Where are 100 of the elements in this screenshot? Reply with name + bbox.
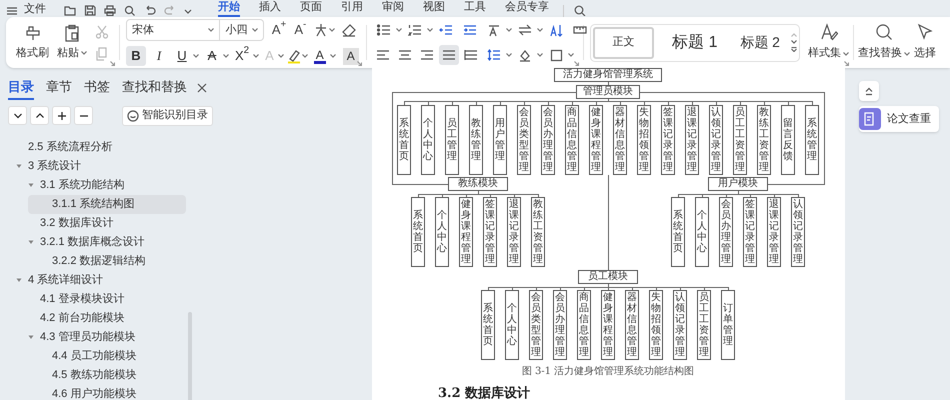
caret-icon <box>506 53 512 57</box>
eraser-icon[interactable] <box>342 24 356 36</box>
alignment-icon <box>420 49 434 61</box>
font-size-select[interactable]: 小四 <box>220 19 264 41</box>
toggle-triangle-icon[interactable] <box>28 182 34 188</box>
border-icon[interactable] <box>550 48 562 62</box>
dialog-launcher-icon[interactable] <box>844 61 849 66</box>
ruler-icon[interactable] <box>573 25 587 35</box>
toc-item[interactable]: 4 系统详细设计 <box>4 270 186 290</box>
phonetic-guide-icon[interactable] <box>314 23 328 37</box>
justify-button[interactable] <box>439 45 459 65</box>
toc-item[interactable]: 4.2 前台功能模块 <box>16 308 186 328</box>
toc-item[interactable]: 4.5 教练功能模块 <box>28 366 186 384</box>
font-name-select[interactable]: 宋体 <box>126 19 220 41</box>
font-color-button[interactable]: A <box>310 46 329 66</box>
shrink-font-button[interactable]: A$^{-}$ <box>290 20 311 40</box>
more-icon[interactable] <box>791 47 797 52</box>
highlighter-icon[interactable] <box>286 48 301 64</box>
toc-item[interactable]: 3.2.1 数据库概念设计 <box>16 232 186 252</box>
ribbon-tab[interactable]: 审阅 <box>382 0 404 17</box>
caret-icon <box>278 54 284 58</box>
function-node: 留言反馈 <box>781 105 795 175</box>
function-node: 认领记录管理 <box>673 290 687 360</box>
sidebar-tab[interactable]: 书签 <box>84 77 110 100</box>
function-node: 订单管理 <box>721 290 735 360</box>
ribbon-tab[interactable]: 页面 <box>300 0 322 17</box>
print-icon[interactable] <box>104 5 116 16</box>
sidebar-tab[interactable]: 查找和替换 <box>122 77 187 100</box>
style-option[interactable]: 标题 1 <box>658 26 732 58</box>
dialog-launcher-icon[interactable] <box>357 61 362 66</box>
paper-check-button[interactable]: 论文查重 <box>859 106 939 132</box>
ribbon-tab[interactable]: 视图 <box>423 0 445 17</box>
select-button[interactable]: 选择 <box>914 23 936 62</box>
text-direction-icon[interactable] <box>487 24 501 36</box>
function-node: 认领记录管理 <box>791 197 805 267</box>
strike-button[interactable]: A <box>202 46 222 66</box>
line-spacing-icon[interactable] <box>487 49 501 61</box>
save-icon[interactable] <box>84 5 96 16</box>
numbered-list-icon[interactable] <box>408 24 422 36</box>
toggle-triangle-icon[interactable] <box>28 334 34 340</box>
increase-indent-icon[interactable] <box>463 24 477 36</box>
superscript-button[interactable]: X$^{2}$ <box>232 46 252 66</box>
toc-item[interactable]: 3.1.1 系统结构图 <box>28 194 186 214</box>
function-node: 退课记录管理 <box>507 197 521 267</box>
ribbon-tab[interactable]: 工具 <box>464 0 486 17</box>
menu-icon[interactable] <box>6 6 18 16</box>
dialog-launcher-icon[interactable] <box>110 61 115 66</box>
decrease-indent-icon[interactable] <box>439 24 453 36</box>
style-set-button[interactable]: 样式集 <box>808 23 849 62</box>
expand-button[interactable] <box>30 106 49 125</box>
function-node: 商品信息管理 <box>577 290 591 360</box>
ribbon-tab[interactable]: 会员专享 <box>505 0 549 17</box>
toc-item[interactable]: 3.2.2 数据逻辑结构 <box>28 252 186 270</box>
style-option[interactable]: 标题 2 <box>735 26 785 58</box>
toc-item[interactable]: 3.2 数据库设计 <box>16 214 186 232</box>
file-menu[interactable]: 文件 <box>24 2 46 17</box>
grow-font-button[interactable]: A$^{+}$ <box>268 20 290 40</box>
collapse-button[interactable] <box>8 106 27 125</box>
ribbon-tab[interactable]: 引用 <box>341 0 363 17</box>
folder-icon[interactable] <box>64 5 76 16</box>
toc-item[interactable]: 4.3 管理员功能模块 <box>16 328 186 346</box>
bold-button[interactable]: B <box>126 46 146 66</box>
toc-item[interactable]: 4.4 员工功能模块 <box>28 346 186 366</box>
dialog-launcher-icon[interactable] <box>574 61 579 66</box>
preview-icon[interactable] <box>124 5 136 16</box>
remove-button[interactable] <box>74 106 93 125</box>
function-node: 签课记录管理 <box>743 197 757 267</box>
swap-icon[interactable] <box>518 24 532 36</box>
close-icon[interactable] <box>197 83 207 94</box>
find-replace-button[interactable]: 查找替换 <box>858 23 910 62</box>
italic-button[interactable]: I <box>149 46 169 66</box>
sort-icon[interactable] <box>549 24 563 36</box>
undo-icon[interactable] <box>144 5 156 16</box>
toc-item[interactable]: 3 系统设计 <box>4 156 186 176</box>
toc-item[interactable]: 4.6 用户功能模块 <box>28 384 186 400</box>
paste-button[interactable]: 粘贴 <box>57 24 87 62</box>
scroll-down-icon[interactable] <box>791 40 797 44</box>
styles-icon <box>820 23 838 42</box>
smart-toc-button[interactable]: 智能识别目录 <box>122 106 213 126</box>
function-node: 会员类型管理 <box>529 290 543 360</box>
ribbon-tab[interactable]: 插入 <box>259 0 281 17</box>
format-painter-button[interactable]: 格式刷 <box>16 24 49 62</box>
search-icon[interactable] <box>574 5 586 16</box>
toc-item[interactable]: 3.1 系统功能结构 <box>16 176 186 194</box>
module-node: 员工模块 <box>578 270 638 284</box>
toc-item[interactable]: 4.1 登录模块设计 <box>16 290 186 308</box>
underline-button[interactable]: U <box>172 46 192 66</box>
toggle-triangle-icon[interactable] <box>28 239 34 245</box>
toggle-triangle-icon[interactable] <box>16 277 22 283</box>
collapse-panel-button[interactable] <box>859 81 879 101</box>
add-button[interactable] <box>52 106 71 125</box>
style-option[interactable]: 正文 <box>593 26 654 58</box>
caret-icon <box>193 54 199 58</box>
sidebar-tab[interactable]: 章节 <box>46 77 72 100</box>
sidebar-tab[interactable]: 目录 <box>8 77 34 100</box>
bullet-list-icon[interactable] <box>377 24 391 36</box>
character-shading-button[interactable]: A <box>342 48 359 64</box>
shading-icon[interactable] <box>518 48 532 62</box>
toc-item[interactable]: 2.5 系统流程分析 <box>4 138 186 156</box>
toggle-triangle-icon[interactable] <box>16 163 22 169</box>
